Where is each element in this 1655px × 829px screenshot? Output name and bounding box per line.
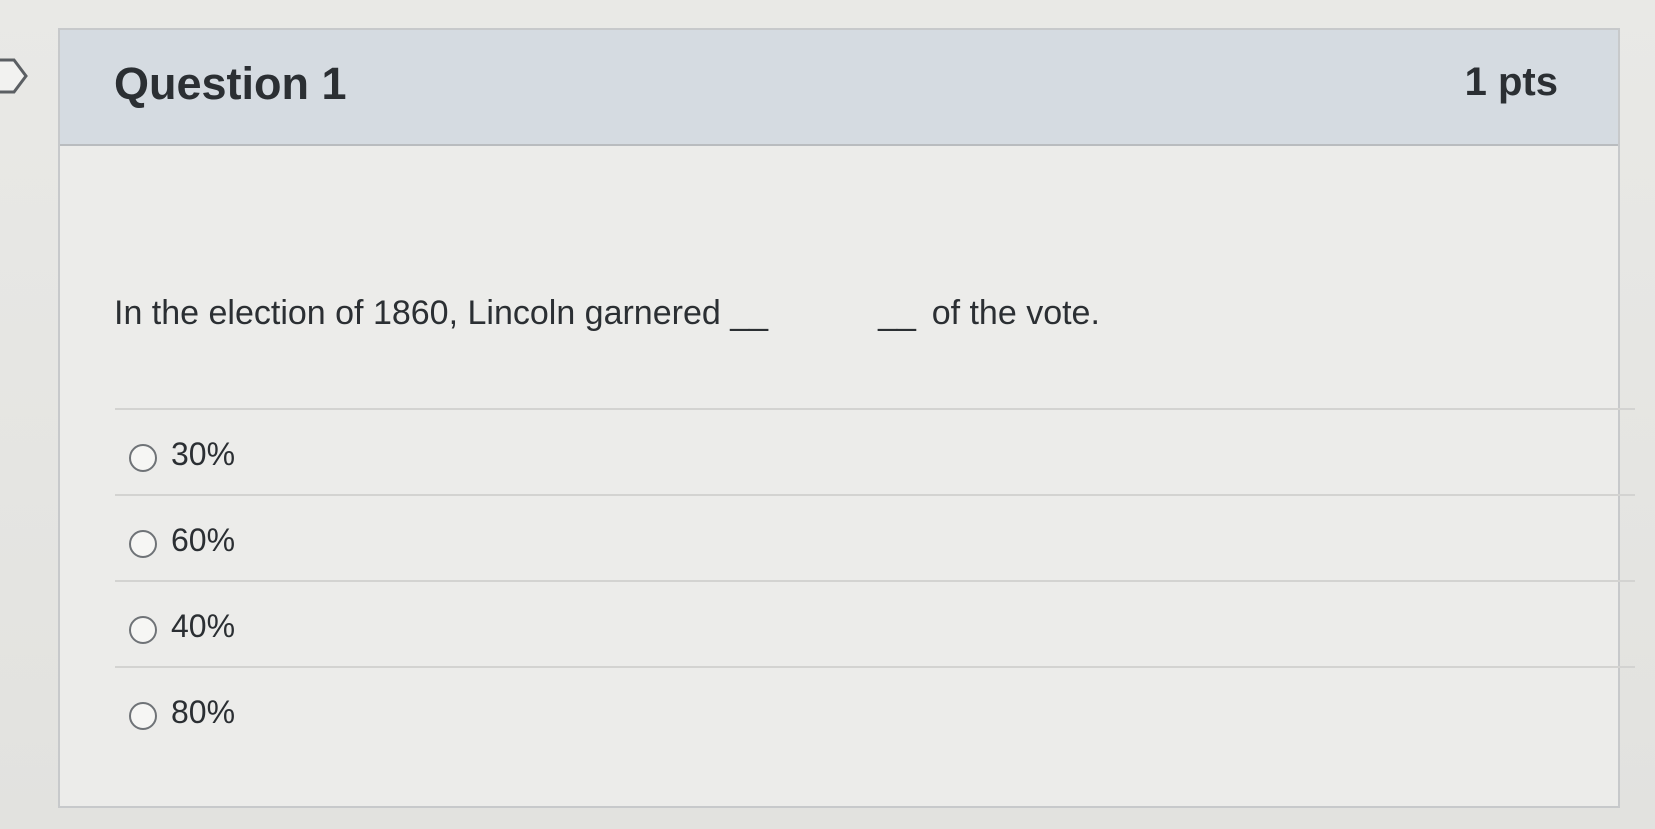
- radio-button-icon[interactable]: [129, 530, 157, 558]
- answer-label[interactable]: 30%: [171, 436, 235, 473]
- question-header: Question 1 1 pts: [60, 30, 1618, 146]
- question-points: 1 pts: [1464, 60, 1558, 104]
- radio-button-icon[interactable]: [129, 702, 157, 730]
- question-text-after: of the vote.: [931, 294, 1100, 332]
- question-text: In the election of 1860, Lincoln garnere…: [114, 294, 1100, 333]
- radio-button-icon[interactable]: [129, 616, 157, 644]
- blank-left: __: [730, 294, 769, 332]
- flag-marker-icon[interactable]: [0, 56, 30, 96]
- answer-option[interactable]: 40%: [115, 580, 1635, 666]
- answer-option[interactable]: 30%: [115, 408, 1635, 494]
- question-text-before: In the election of 1860, Lincoln garnere…: [114, 294, 721, 332]
- answer-label[interactable]: 60%: [171, 522, 235, 559]
- answer-option[interactable]: 60%: [115, 494, 1635, 580]
- answer-label[interactable]: 80%: [171, 694, 235, 731]
- question-title: Question 1: [114, 58, 347, 109]
- fill-in-blank: __ __: [730, 294, 922, 333]
- question-card: Question 1 1 pts In the election of 1860…: [58, 28, 1635, 808]
- radio-button-icon[interactable]: [129, 444, 157, 472]
- answer-label[interactable]: 40%: [171, 608, 235, 645]
- answer-option[interactable]: 80%: [115, 666, 1635, 752]
- blank-right: __: [878, 294, 916, 332]
- quiz-page: Question 1 1 pts In the election of 1860…: [0, 0, 1655, 829]
- answer-list: 30% 60% 40% 80%: [115, 408, 1635, 752]
